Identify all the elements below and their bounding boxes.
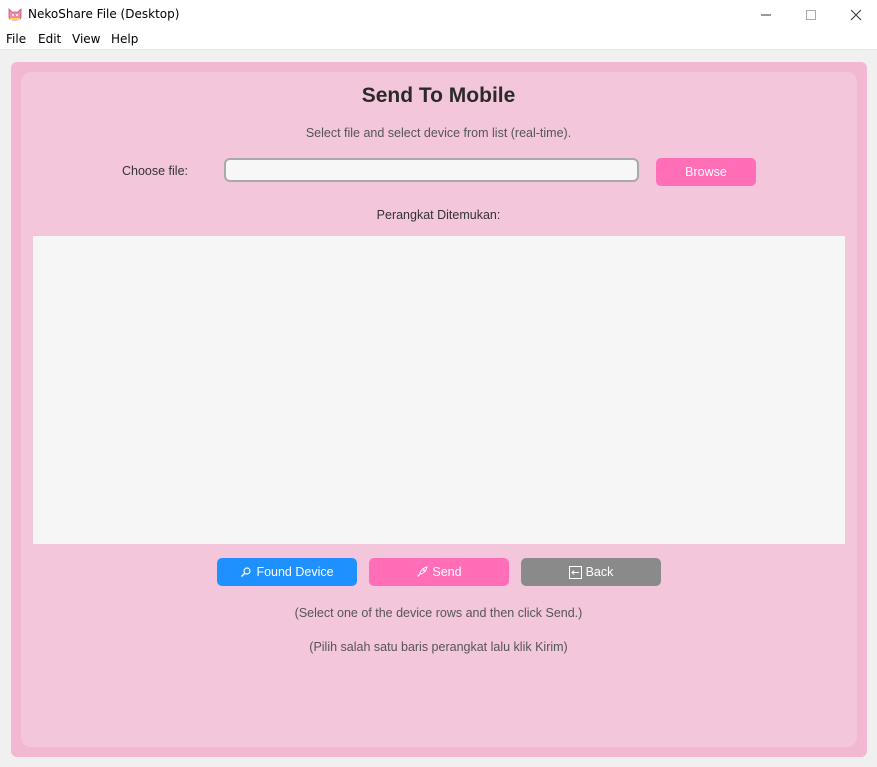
window-title: NekoShare File (Desktop) — [28, 7, 180, 21]
menu-file[interactable]: File — [6, 32, 26, 46]
choose-file-label: Choose file: — [122, 164, 189, 178]
close-button[interactable] — [833, 0, 877, 30]
menu-edit[interactable]: Edit — [38, 32, 61, 46]
browse-button[interactable]: Browse — [656, 158, 756, 186]
close-icon — [850, 9, 862, 21]
send-button[interactable]: Send — [369, 558, 509, 586]
menu-divider — [0, 49, 877, 50]
back-arrow-icon — [568, 565, 582, 579]
file-path-input[interactable] — [224, 158, 639, 182]
menu-bar: File Edit View Help — [0, 30, 877, 49]
back-label: Back — [585, 565, 614, 579]
send-label: Send — [432, 565, 462, 579]
title-bar: NekoShare File (Desktop) — [0, 0, 877, 30]
found-device-label: Found Device — [256, 565, 334, 579]
menu-help[interactable]: Help — [111, 32, 138, 46]
found-device-button[interactable]: Found Device — [217, 558, 357, 586]
maximize-icon — [806, 10, 816, 20]
maximize-button[interactable] — [788, 0, 834, 30]
devices-found-label: Perangkat Ditemukan: — [376, 208, 501, 222]
magnifier-icon — [240, 566, 252, 578]
page-title: Send To Mobile — [361, 84, 516, 107]
rocket-icon — [416, 566, 429, 578]
hint-indonesian: (Pilih salah satu baris perangkat lalu k… — [309, 640, 568, 654]
page-subtitle: Select file and select device from list … — [305, 126, 572, 140]
minimize-button[interactable] — [743, 0, 789, 30]
neko-cat-icon — [8, 8, 22, 21]
menu-view[interactable]: View — [72, 32, 100, 46]
device-list[interactable] — [33, 236, 845, 544]
back-button[interactable]: Back — [521, 558, 661, 586]
hint-english: (Select one of the device rows and then … — [294, 606, 583, 620]
minimize-icon — [761, 14, 771, 16]
